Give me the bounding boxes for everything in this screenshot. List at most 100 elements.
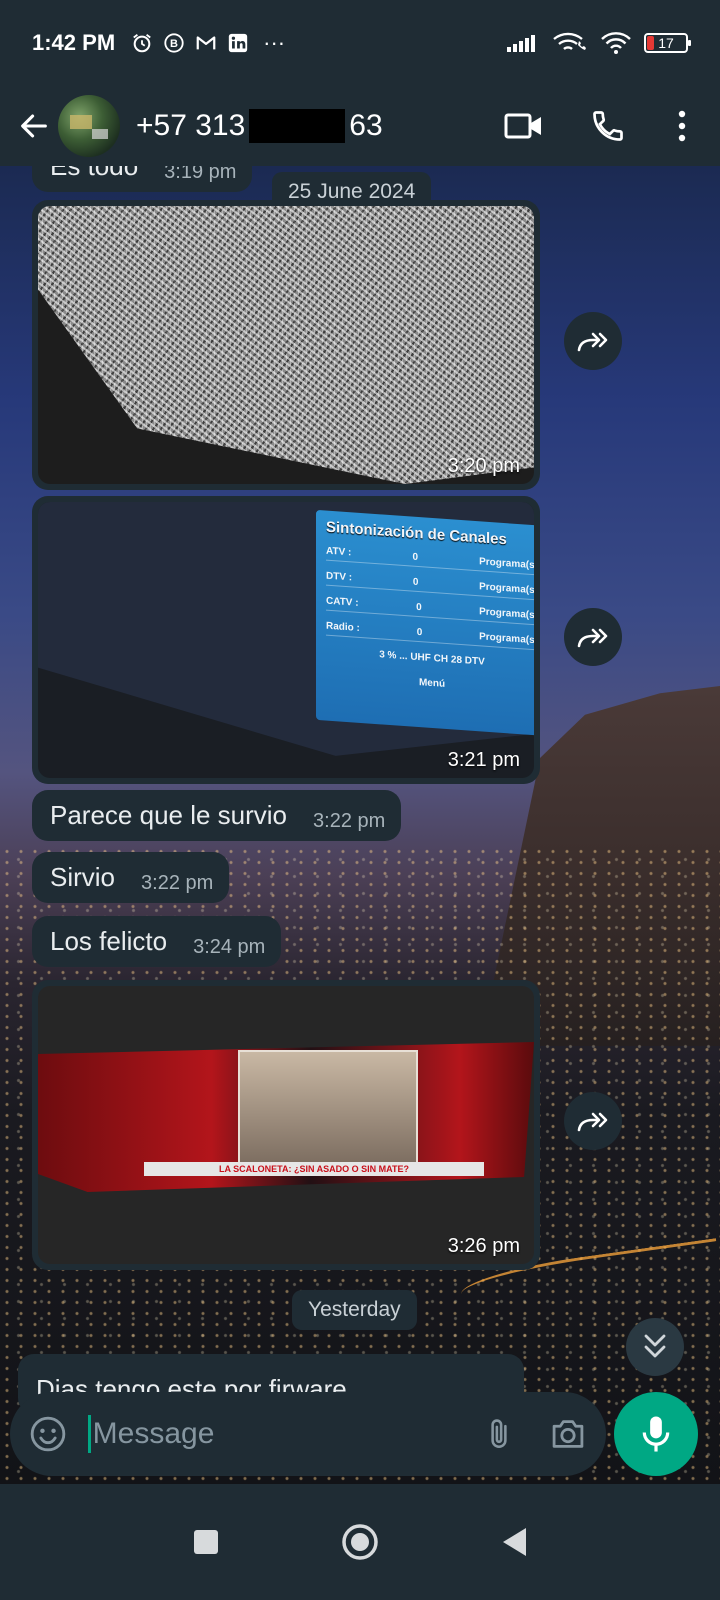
system-back-button[interactable] bbox=[490, 1518, 538, 1566]
tuning-row-value: 0 bbox=[412, 551, 419, 564]
scroll-to-bottom-button[interactable] bbox=[626, 1318, 684, 1376]
wifi-call-icon bbox=[552, 32, 588, 54]
message-bubble[interactable]: Sirvio 3:22 pm bbox=[32, 852, 230, 903]
tuning-row-label: DTV : bbox=[326, 570, 353, 584]
message-time: 3:24 pm bbox=[193, 936, 266, 958]
message-text: Parece que le survio bbox=[50, 800, 288, 830]
tv-static-screen bbox=[38, 206, 534, 484]
phone-icon bbox=[593, 111, 623, 141]
home-circle-icon bbox=[342, 1524, 378, 1560]
attach-button[interactable] bbox=[479, 1413, 519, 1455]
emoji-icon bbox=[30, 1416, 66, 1452]
forward-icon bbox=[577, 1112, 608, 1132]
message-time: 3:22 pm bbox=[313, 810, 386, 832]
camera-button[interactable] bbox=[548, 1413, 588, 1455]
camera-icon bbox=[552, 1420, 584, 1448]
contact-name[interactable]: +57 313 63 bbox=[136, 109, 383, 143]
message-time: 3:22 pm bbox=[141, 872, 214, 894]
battery-icon: 17 bbox=[644, 33, 691, 53]
message-input[interactable] bbox=[87, 1415, 479, 1453]
video-call-button[interactable] bbox=[504, 106, 544, 146]
image-message[interactable]: Sintonización de Canales ATV : 0 Programa(… bbox=[32, 496, 540, 784]
back-button[interactable] bbox=[14, 106, 54, 146]
signal-icon bbox=[506, 32, 540, 54]
home-button[interactable] bbox=[336, 1518, 384, 1566]
mic-icon bbox=[642, 1416, 670, 1452]
chat-area[interactable]: Es todo 3:19 pm 25 June 2024 3:20 pm Sin… bbox=[0, 166, 720, 1484]
message-bubble[interactable]: Parece que le survio 3:22 pm bbox=[32, 790, 402, 841]
tuning-row: Radio : 0 Programa(s) bbox=[326, 620, 534, 651]
tuning-row-unit: Programa(s) bbox=[479, 556, 534, 572]
phone-suffix: 63 bbox=[349, 109, 383, 142]
message-text: Los felicto bbox=[50, 926, 168, 956]
tuning-progress: 3 % ... UHF CH 28 DTV bbox=[379, 649, 485, 668]
tuning-row-unit: Programa(s) bbox=[479, 581, 534, 597]
double-chevron-down-icon bbox=[644, 1334, 666, 1358]
back-triangle-icon bbox=[503, 1528, 526, 1556]
message-time: 3:19 pm bbox=[164, 166, 237, 183]
forward-icon bbox=[577, 628, 608, 648]
video-call-icon bbox=[504, 113, 541, 139]
image-message[interactable]: LA SCALONETA: ¿SIN ASADO O SIN MATE? 3:2… bbox=[32, 980, 540, 1270]
chat-header: +57 313 63 bbox=[0, 86, 720, 166]
message-text: Es todo bbox=[50, 166, 139, 181]
message-text: Sirvio bbox=[50, 862, 116, 892]
emoji-button[interactable] bbox=[28, 1413, 68, 1455]
message-composer bbox=[10, 1392, 606, 1476]
tuning-row-label: CATV : bbox=[326, 595, 359, 609]
tuning-row-value: 0 bbox=[416, 601, 422, 614]
message-time: 3:20 pm bbox=[447, 455, 520, 477]
avatar[interactable] bbox=[58, 95, 120, 157]
tv-broadcast-inset bbox=[238, 1050, 418, 1170]
date-chip: Yesterday bbox=[292, 1290, 417, 1330]
tuning-menu-title: Sintonización de Canales bbox=[326, 518, 507, 549]
tuning-menu-label: Menú bbox=[418, 677, 446, 690]
tuning-row-label: Radio : bbox=[326, 620, 360, 634]
forward-icon bbox=[577, 332, 608, 352]
wifi-icon bbox=[600, 32, 632, 54]
recents-button[interactable] bbox=[182, 1518, 230, 1566]
alarm-icon bbox=[131, 32, 153, 54]
voice-message-button[interactable] bbox=[614, 1392, 698, 1476]
svg-text:B: B bbox=[170, 38, 178, 50]
tuning-row-value: 0 bbox=[412, 576, 419, 589]
forward-button[interactable] bbox=[564, 1092, 622, 1150]
tuning-row-value: 0 bbox=[416, 626, 423, 639]
tuning-menu-panel: Sintonización de Canales ATV : 0 Programa(… bbox=[316, 509, 534, 737]
message-bubble[interactable]: Los felicto 3:24 pm bbox=[32, 916, 282, 967]
gmail-icon bbox=[195, 32, 217, 54]
tuning-row: DTV : 0 Programa(s) bbox=[326, 570, 534, 601]
status-left: 1:42 PM B ··· bbox=[32, 30, 289, 56]
forward-button[interactable] bbox=[564, 608, 622, 666]
linkedin-icon bbox=[227, 32, 249, 54]
phone-prefix: +57 313 bbox=[136, 109, 246, 142]
image-message[interactable]: 3:20 pm bbox=[32, 200, 540, 490]
tuning-row-unit: Programa(s) bbox=[479, 606, 534, 622]
more-vert-icon bbox=[678, 110, 686, 142]
system-nav-bar bbox=[0, 1484, 720, 1600]
status-bar: 1:42 PM B ··· 17 bbox=[0, 0, 720, 86]
tuning-row-unit: Programa(s) bbox=[479, 631, 534, 647]
message-time: 3:21 pm bbox=[447, 749, 520, 771]
attach-icon bbox=[490, 1419, 507, 1449]
battery-level: 17 bbox=[658, 35, 674, 51]
forward-button[interactable] bbox=[564, 312, 622, 370]
voice-call-button[interactable] bbox=[588, 106, 628, 146]
recents-square-icon bbox=[194, 1530, 218, 1554]
more-notifications-icon: ··· bbox=[263, 30, 286, 55]
tuning-row: CATV : 0 Programa(s) bbox=[326, 595, 534, 626]
photo-tv-static[interactable] bbox=[38, 206, 534, 484]
b-badge-icon: B bbox=[163, 32, 185, 54]
status-right: 17 bbox=[506, 32, 691, 54]
back-arrow-icon bbox=[21, 114, 47, 138]
status-time: 1:42 PM bbox=[32, 30, 116, 55]
redaction-bar bbox=[249, 109, 346, 143]
photo-tv-tuning-menu[interactable]: Sintonización de Canales ATV : 0 Programa(… bbox=[38, 502, 534, 778]
message-bubble[interactable]: Es todo 3:19 pm bbox=[32, 166, 253, 192]
tuning-row: ATV : 0 Programa(s) bbox=[326, 545, 534, 576]
tv-ticker: LA SCALONETA: ¿SIN ASADO O SIN MATE? bbox=[144, 1162, 484, 1176]
photo-tv-broadcast[interactable]: LA SCALONETA: ¿SIN ASADO O SIN MATE? bbox=[38, 986, 534, 1264]
tuning-row-label: ATV : bbox=[326, 545, 352, 559]
message-time: 3:26 pm bbox=[447, 1235, 520, 1257]
more-options-button[interactable] bbox=[672, 106, 692, 146]
